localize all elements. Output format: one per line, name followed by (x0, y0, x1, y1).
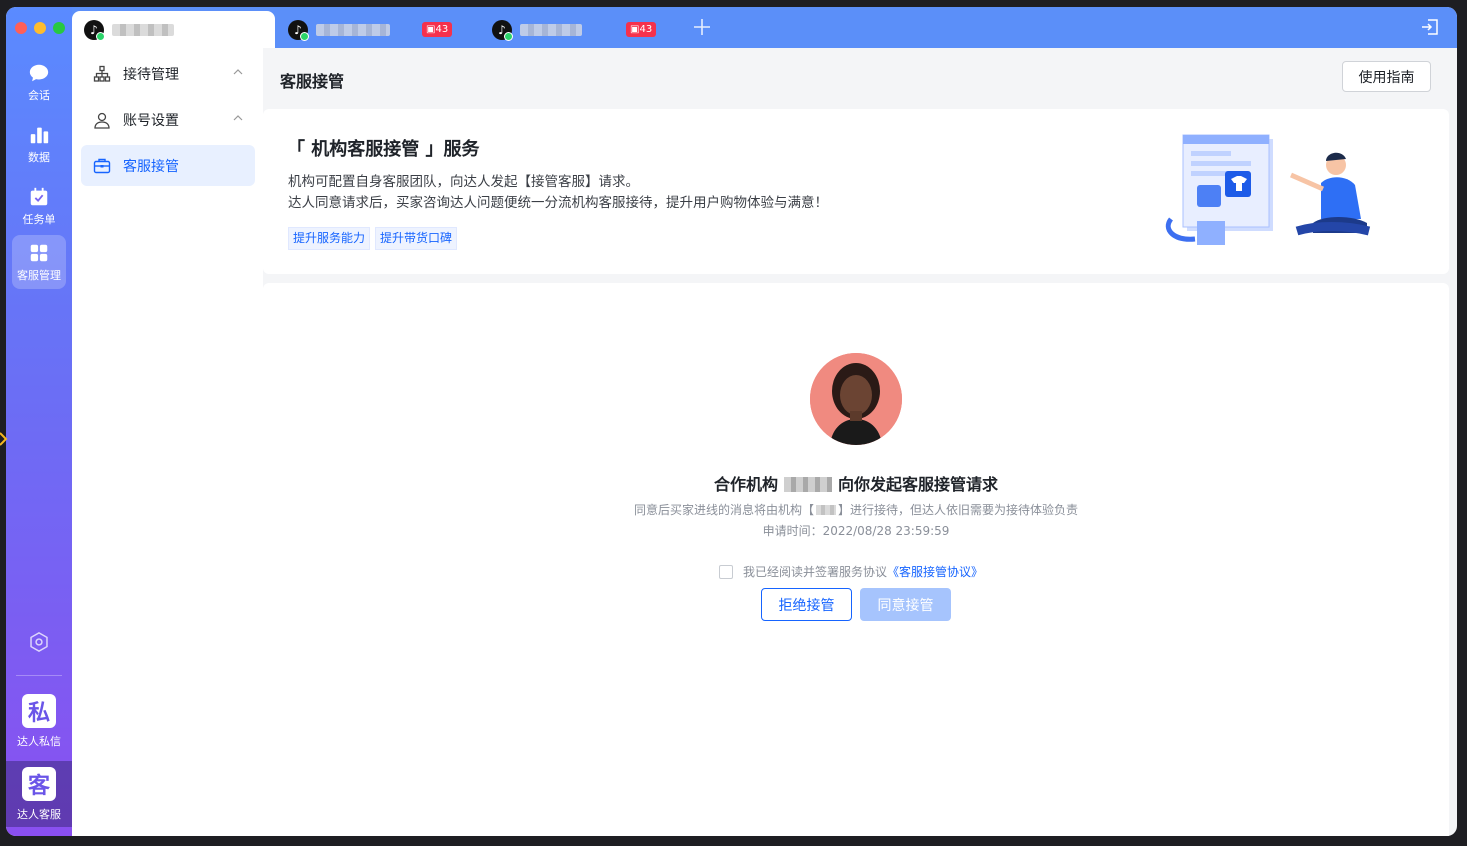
account-tab-3[interactable]: ♪ ▣43 (480, 11, 670, 48)
rail-app-private-message[interactable]: 私 达人私信 (6, 688, 72, 754)
user-icon (94, 112, 110, 129)
reject-takeover-button[interactable]: 拒绝接管 (761, 588, 852, 621)
app-window: 会话 数据 任务单 客服管理 私 达人私信 客 达人客服 ♪ ♪ ▣43 ♪ ▣… (6, 7, 1457, 836)
unread-badge: ▣43 (626, 22, 657, 37)
customer-service-app-icon: 客 (22, 766, 56, 801)
rail-item-label: 数据 (28, 150, 50, 164)
person-avatar-image (810, 353, 902, 445)
private-message-app-icon: 私 (22, 693, 56, 728)
request-title-suffix: 向你发起客服接管请求 (838, 475, 999, 494)
account-name-masked (316, 23, 390, 36)
request-title-prefix: 合作机构 (713, 475, 778, 494)
rail-item-label: 客服管理 (17, 268, 61, 282)
minimize-window-button[interactable] (34, 22, 46, 34)
sub-navigation: 接待管理 账号设置 客服接管 (72, 48, 263, 836)
rail-app-label: 达人私信 (17, 734, 61, 748)
service-tag: 提升带货口碑 (375, 227, 458, 250)
service-intro-card: 「 机构客服接管 」服务 机构可配置自身客服团队，向达人发起【接管客服】请求。 … (263, 109, 1449, 274)
rail-app-customer-service[interactable]: 客 达人客服 (6, 761, 72, 827)
briefcase-icon (93, 158, 111, 173)
service-description: 机构可配置自身客服团队，向达人发起【接管客服】请求。 达人同意请求后，买家咨询达… (288, 172, 828, 214)
rail-item-chat[interactable]: 会话 (12, 54, 66, 110)
nav-item-cs-takeover[interactable]: 客服接管 (81, 145, 255, 186)
request-time: 申请时间：2022/08/28 23:59:59 (762, 524, 950, 538)
close-window-button[interactable] (15, 22, 27, 34)
account-tab-2[interactable]: ♪ ▣43 (276, 11, 466, 48)
douyin-logo-icon: ♪ (492, 19, 513, 41)
agreement-row: 我已经阅读并签署服务协议 《客服接管协议》 (719, 563, 983, 580)
request-title: 合作机构 向你发起客服接管请求 (263, 471, 1449, 495)
left-rail: 会话 数据 任务单 客服管理 私 达人私信 客 达人客服 (6, 7, 72, 836)
rail-item-tasks[interactable]: 任务单 (12, 178, 66, 234)
unread-badge: ▣43 (422, 22, 453, 37)
rail-app-label: 达人客服 (17, 807, 61, 821)
request-desc-prefix: 同意后买家进线的消息将由机构【 (633, 503, 814, 517)
service-desc-line: 达人同意请求后，买家咨询达人问题便统一分流机构客服接待，提升用户购物体验与满意！ (288, 195, 828, 211)
service-tag: 提升服务能力 (288, 227, 371, 250)
customer-service-illustration (1165, 134, 1371, 245)
rail-item-label: 任务单 (22, 212, 56, 226)
douyin-logo-icon: ♪ (288, 19, 309, 41)
request-desc-suffix: 】进行接待，但达人依旧需要为接待体验负责 (838, 503, 1079, 517)
agency-name-masked (784, 477, 832, 492)
service-desc-line: 机构可配置自身客服团队，向达人发起【接管客服】请求。 (288, 174, 639, 190)
rail-divider (16, 675, 62, 676)
douyin-logo-icon: ♪ (84, 19, 105, 41)
collapse-arrow-icon[interactable] (0, 431, 8, 447)
agency-avatar (810, 353, 902, 445)
chevron-up-icon (233, 69, 243, 75)
agreement-text: 我已经阅读并签署服务协议 (743, 565, 888, 579)
nav-item-label: 账号设置 (123, 112, 179, 129)
request-description: 同意后买家进线的消息将由机构【 】进行接待，但达人依旧需要为接待体验负责 (263, 501, 1449, 518)
task-icon (30, 187, 48, 205)
logout-button[interactable] (1421, 18, 1441, 36)
nav-item-label: 客服接管 (123, 158, 179, 175)
org-chart-icon (93, 65, 111, 82)
agency-name-masked (816, 505, 836, 515)
service-title: 「 机构客服接管 」服务 (287, 139, 480, 160)
plus-icon (694, 19, 710, 35)
rail-item-label: 会话 (28, 88, 50, 102)
bar-chart-icon (30, 127, 49, 143)
rail-item-data[interactable]: 数据 (12, 116, 66, 172)
exit-icon (1422, 19, 1438, 35)
account-name-masked (112, 23, 174, 36)
nav-item-reception-management[interactable]: 接待管理 (81, 53, 255, 94)
usage-guide-button[interactable]: 使用指南 (1342, 61, 1431, 92)
maximize-window-button[interactable] (53, 22, 65, 34)
settings-icon[interactable] (28, 631, 50, 653)
account-name-masked (520, 23, 582, 36)
chevron-up-icon (233, 115, 243, 121)
rail-item-cs-management[interactable]: 客服管理 (12, 235, 66, 289)
takeover-request-card: 合作机构 向你发起客服接管请求 同意后买家进线的消息将由机构【 】进行接待，但达人依… (263, 283, 1449, 836)
add-tab-button[interactable] (692, 17, 712, 37)
agreement-checkbox[interactable] (719, 564, 733, 579)
agreement-link[interactable]: 《客服接管协议》 (887, 563, 983, 580)
accept-takeover-button[interactable]: 同意接管 (860, 588, 951, 621)
account-tab-bar: ♪ ♪ ▣43 ♪ ▣43 (72, 7, 1457, 48)
chat-icon (29, 64, 49, 81)
nav-item-label: 接待管理 (123, 66, 179, 83)
grid-icon (30, 244, 48, 261)
nav-item-account-settings[interactable]: 账号设置 (81, 99, 255, 140)
page-title: 客服接管 (280, 72, 345, 91)
account-tab-1[interactable]: ♪ (72, 11, 275, 48)
